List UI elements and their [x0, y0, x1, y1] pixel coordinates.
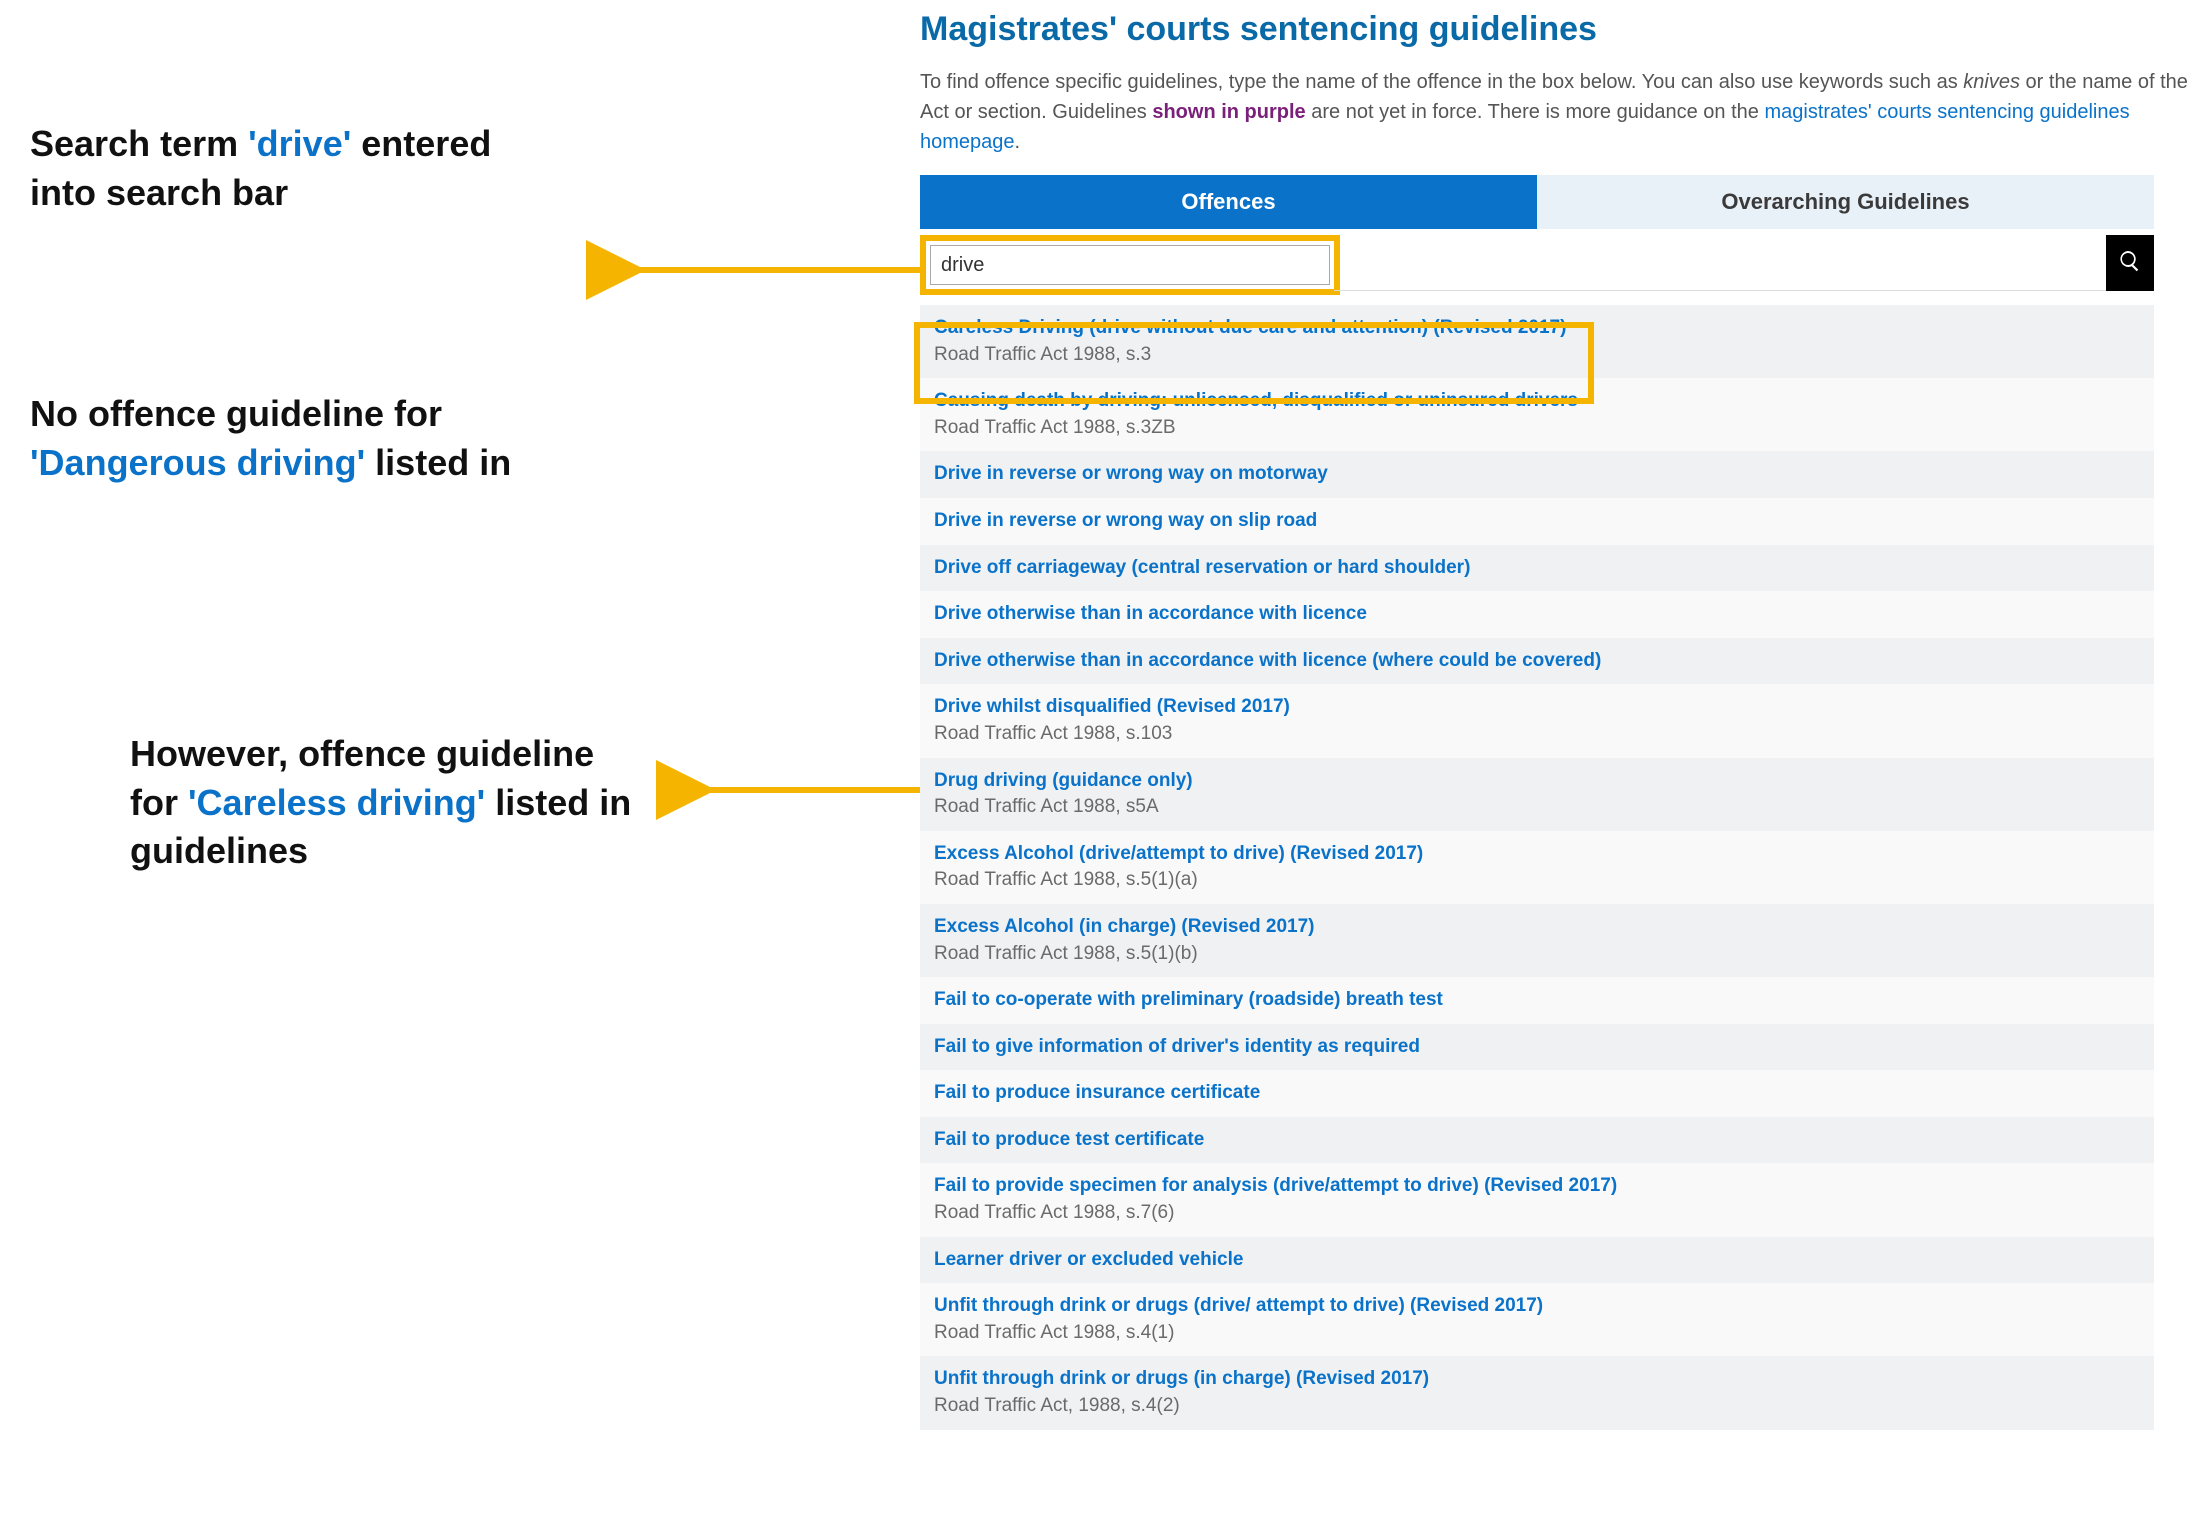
- result-item: Drive off carriageway (central reservati…: [920, 545, 2154, 592]
- result-item: Drug driving (guidance only)Road Traffic…: [920, 758, 2154, 831]
- result-subtitle: Road Traffic Act 1988, s.5(1)(b): [934, 941, 2140, 968]
- result-item: Fail to give information of driver's ide…: [920, 1024, 2154, 1071]
- result-title-link[interactable]: Unfit through drink or drugs (in charge)…: [934, 1366, 1429, 1393]
- result-item: Drive otherwise than in accordance with …: [920, 591, 2154, 638]
- annotation-text: No offence guideline for: [30, 393, 442, 434]
- result-item: Learner driver or excluded vehicle: [920, 1237, 2154, 1284]
- result-title-link[interactable]: Fail to produce test certificate: [934, 1127, 1204, 1154]
- result-title-link[interactable]: Drive otherwise than in accordance with …: [934, 648, 1601, 675]
- tabs-row: Offences Overarching Guidelines: [920, 175, 2154, 229]
- result-item: Fail to co-operate with preliminary (roa…: [920, 977, 2154, 1024]
- result-subtitle: Road Traffic Act 1988, s.103: [934, 721, 2140, 748]
- result-title-link[interactable]: Excess Alcohol (in charge) (Revised 2017…: [934, 914, 1315, 941]
- annotation-no-guideline: No offence guideline for 'Dangerous driv…: [30, 390, 530, 487]
- result-item: Unfit through drink or drugs (drive/ att…: [920, 1283, 2154, 1356]
- result-title-link[interactable]: Learner driver or excluded vehicle: [934, 1247, 1243, 1274]
- annotation-search-term: Search term 'drive' entered into search …: [30, 120, 530, 217]
- result-title-link[interactable]: Causing death by driving: unlicensed, di…: [934, 388, 1578, 415]
- annotation-careless-listed: However, offence guideline for 'Careless…: [130, 730, 650, 876]
- result-item: Unfit through drink or drugs (in charge)…: [920, 1356, 2154, 1429]
- search-input[interactable]: [930, 245, 1330, 285]
- tab-overarching[interactable]: Overarching Guidelines: [1537, 175, 2154, 229]
- result-subtitle: Road Traffic Act 1988, s.3: [934, 342, 2140, 369]
- result-title-link[interactable]: Drug driving (guidance only): [934, 768, 1193, 795]
- intro-purple: shown in purple: [1152, 101, 1305, 123]
- annotation-highlight: 'Dangerous driving': [30, 442, 365, 483]
- result-item: Drive in reverse or wrong way on motorwa…: [920, 451, 2154, 498]
- annotation-highlight: 'drive': [248, 123, 351, 164]
- search-button[interactable]: [2106, 235, 2154, 291]
- result-title-link[interactable]: Fail to provide specimen for analysis (d…: [934, 1173, 1617, 1200]
- annotation-text: listed in: [365, 442, 511, 483]
- result-item: Careless Driving (drive without due care…: [920, 305, 2154, 378]
- result-title-link[interactable]: Careless Driving (drive without due care…: [934, 315, 1566, 342]
- result-item: Causing death by driving: unlicensed, di…: [920, 378, 2154, 451]
- result-subtitle: Road Traffic Act 1988, s.3ZB: [934, 415, 2140, 442]
- intro-text: To find offence specific guidelines, typ…: [920, 67, 2190, 157]
- result-item: Fail to produce test certificate: [920, 1117, 2154, 1164]
- search-spacer: [1334, 235, 2106, 291]
- result-title-link[interactable]: Unfit through drink or drugs (drive/ att…: [934, 1293, 1543, 1320]
- result-item: Fail to produce insurance certificate: [920, 1070, 2154, 1117]
- result-subtitle: Road Traffic Act, 1988, s.4(2): [934, 1393, 2140, 1420]
- annotation-text: Search term: [30, 123, 248, 164]
- result-title-link[interactable]: Drive in reverse or wrong way on slip ro…: [934, 508, 1317, 535]
- result-item: Excess Alcohol (drive/attempt to drive) …: [920, 831, 2154, 904]
- result-title-link[interactable]: Drive off carriageway (central reservati…: [934, 555, 1470, 582]
- result-subtitle: Road Traffic Act 1988, s.4(1): [934, 1320, 2140, 1347]
- intro-part: To find offence specific guidelines, typ…: [920, 71, 1963, 93]
- result-item: Drive otherwise than in accordance with …: [920, 638, 2154, 685]
- search-row: [920, 235, 2154, 295]
- result-item: Fail to provide specimen for analysis (d…: [920, 1163, 2154, 1236]
- result-title-link[interactable]: Drive whilst disqualified (Revised 2017): [934, 694, 1290, 721]
- result-title-link[interactable]: Drive otherwise than in accordance with …: [934, 601, 1367, 628]
- result-subtitle: Road Traffic Act 1988, s.5(1)(a): [934, 867, 2140, 894]
- page-title: Magistrates' courts sentencing guideline…: [920, 10, 2190, 49]
- results-list: Careless Driving (drive without due care…: [920, 305, 2154, 1430]
- result-title-link[interactable]: Fail to co-operate with preliminary (roa…: [934, 987, 1443, 1014]
- guidelines-panel: Magistrates' courts sentencing guideline…: [920, 10, 2190, 1430]
- result-item: Excess Alcohol (in charge) (Revised 2017…: [920, 904, 2154, 977]
- search-highlight-box: [920, 235, 1340, 295]
- result-title-link[interactable]: Excess Alcohol (drive/attempt to drive) …: [934, 841, 1423, 868]
- result-item: Drive whilst disqualified (Revised 2017)…: [920, 684, 2154, 757]
- annotation-highlight: 'Careless driving': [188, 782, 485, 823]
- search-icon: [2118, 249, 2142, 278]
- tab-offences[interactable]: Offences: [920, 175, 1537, 229]
- intro-part: are not yet in force. There is more guid…: [1306, 101, 1765, 123]
- result-title-link[interactable]: Fail to produce insurance certificate: [934, 1080, 1260, 1107]
- arrow-to-search: [620, 250, 920, 295]
- result-item: Drive in reverse or wrong way on slip ro…: [920, 498, 2154, 545]
- intro-em: knives: [1963, 71, 2020, 93]
- result-subtitle: Road Traffic Act 1988, s5A: [934, 794, 2140, 821]
- intro-part: .: [1015, 131, 1021, 153]
- result-title-link[interactable]: Fail to give information of driver's ide…: [934, 1034, 1420, 1061]
- result-title-link[interactable]: Drive in reverse or wrong way on motorwa…: [934, 461, 1328, 488]
- result-subtitle: Road Traffic Act 1988, s.7(6): [934, 1200, 2140, 1227]
